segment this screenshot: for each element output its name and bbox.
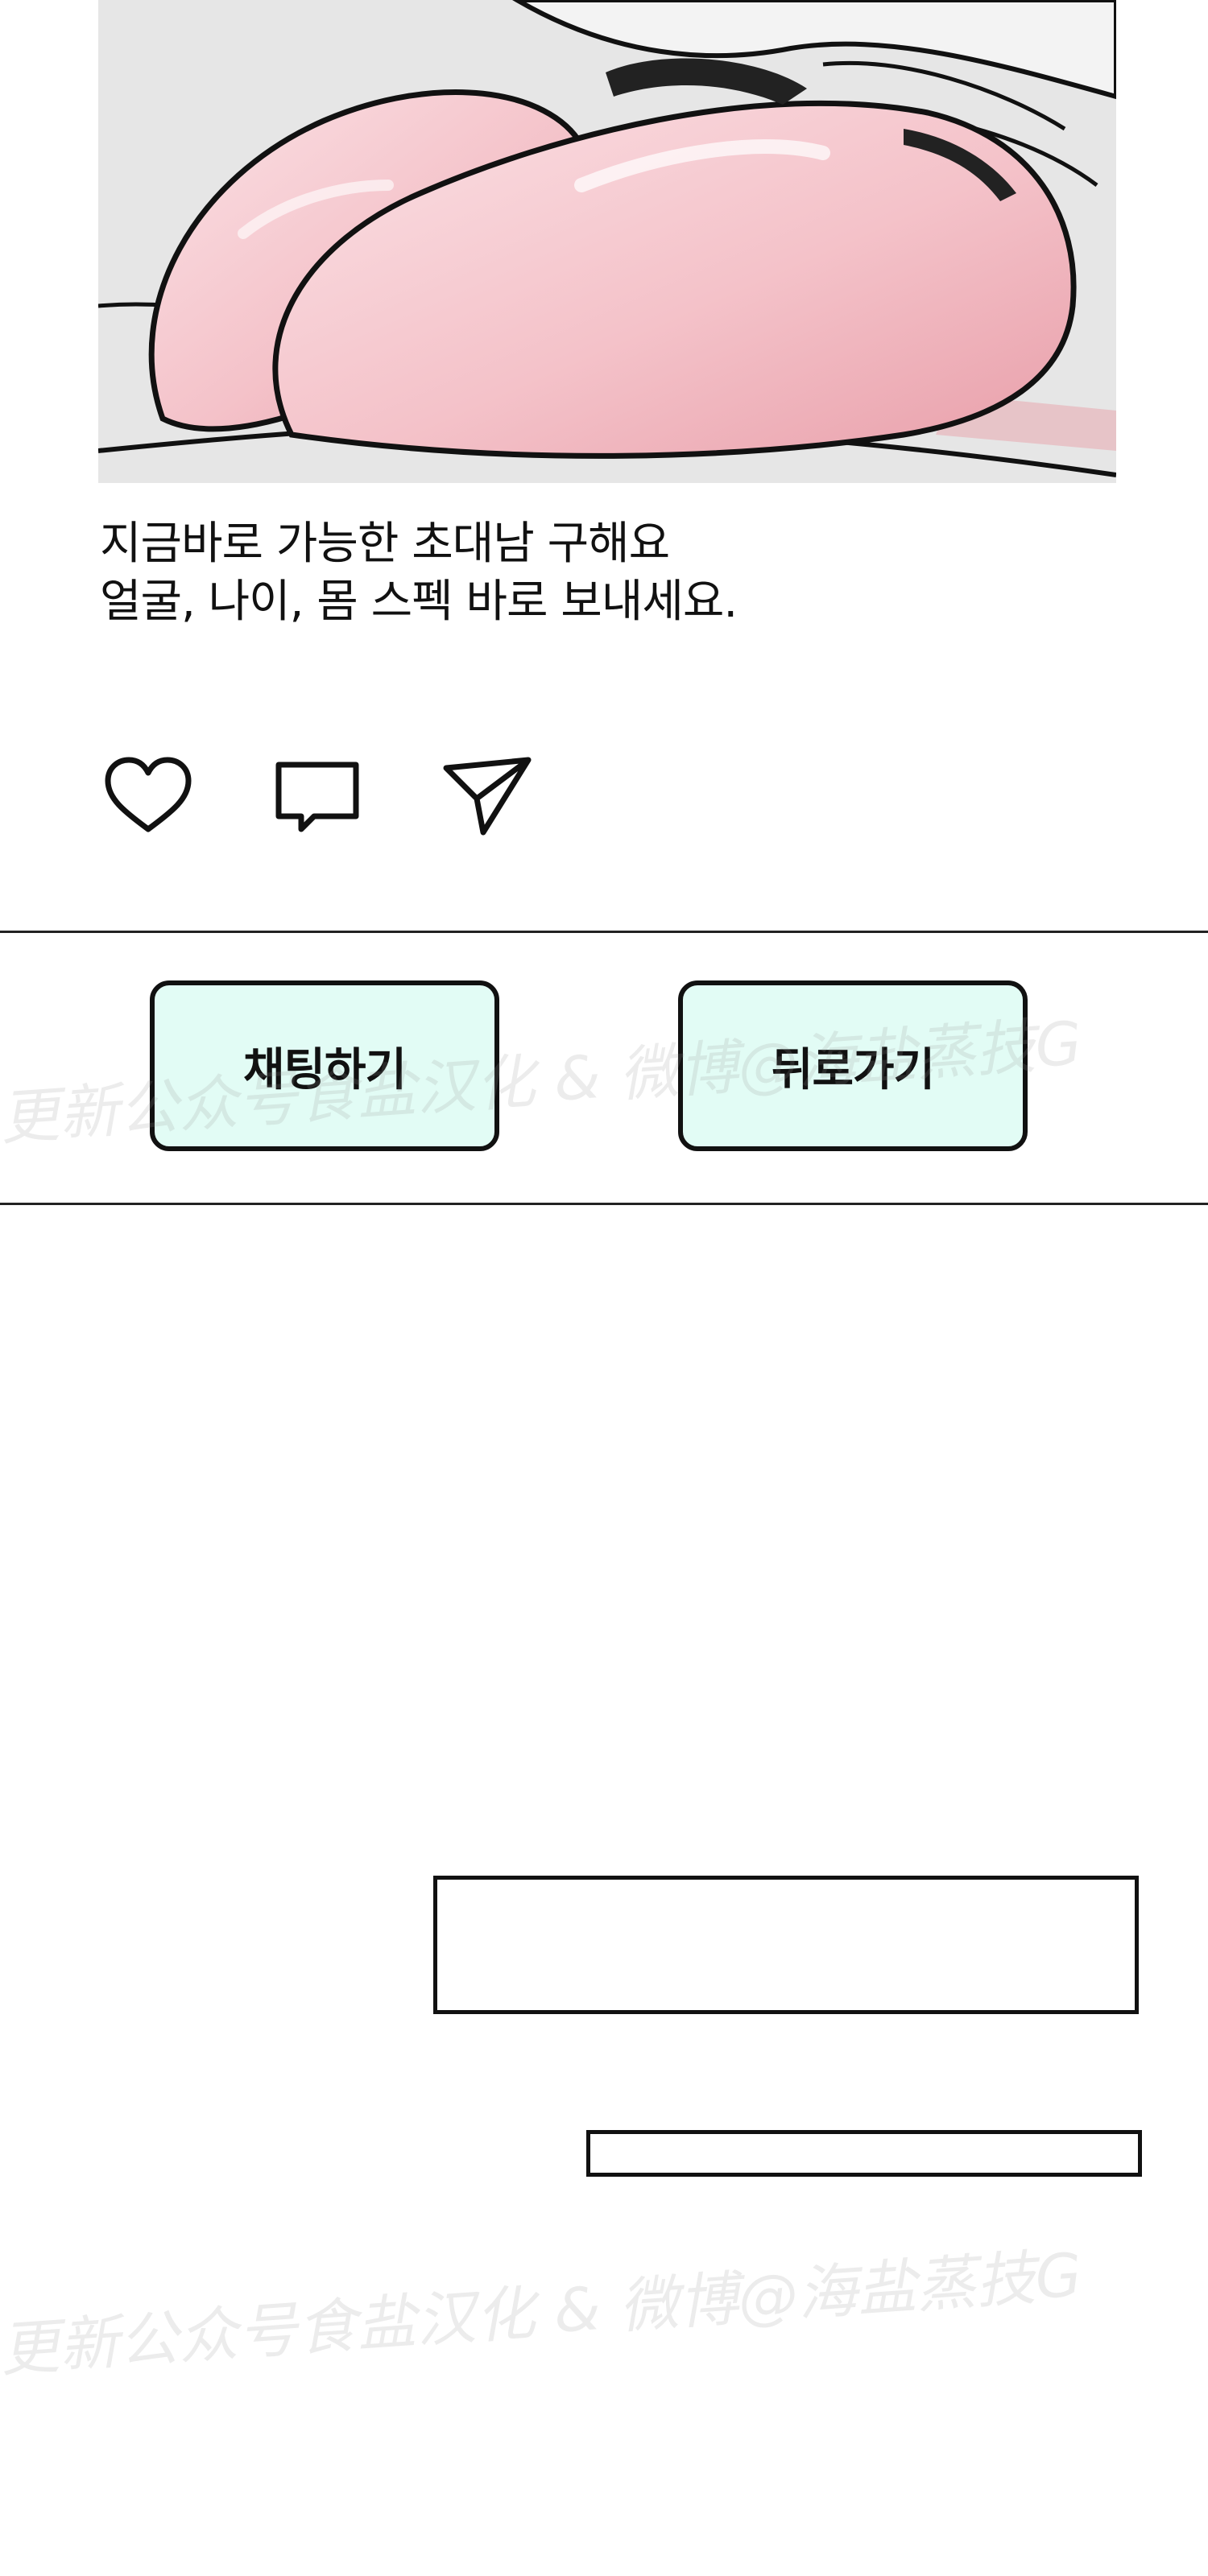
back-button[interactable]: 뒤로가기	[678, 980, 1028, 1151]
comment-icon[interactable]	[269, 749, 366, 845]
empty-text-box	[586, 2130, 1142, 2177]
heart-icon[interactable]	[100, 749, 197, 845]
chat-button[interactable]: 채팅하기	[150, 980, 499, 1151]
post-actions	[100, 749, 535, 845]
post-image	[98, 0, 1116, 483]
caption-line: 얼굴, 나이, 몸 스펙 바로 보내세요.	[100, 576, 738, 628]
send-icon[interactable]	[438, 749, 535, 845]
post-illustration	[98, 0, 1116, 483]
post-caption: 지금바로 가능한 초대남 구해요 얼굴, 나이, 몸 스펙 바로 보내세요.	[100, 515, 1115, 631]
divider-line	[0, 931, 1208, 933]
divider-line	[0, 1203, 1208, 1205]
watermark: 更新公众号食盐汉化 & 微博@海盐蒸技G	[0, 2240, 1084, 2385]
empty-text-box	[433, 1876, 1139, 2014]
caption-line: 지금바로 가능한 초대남 구해요	[100, 518, 670, 570]
